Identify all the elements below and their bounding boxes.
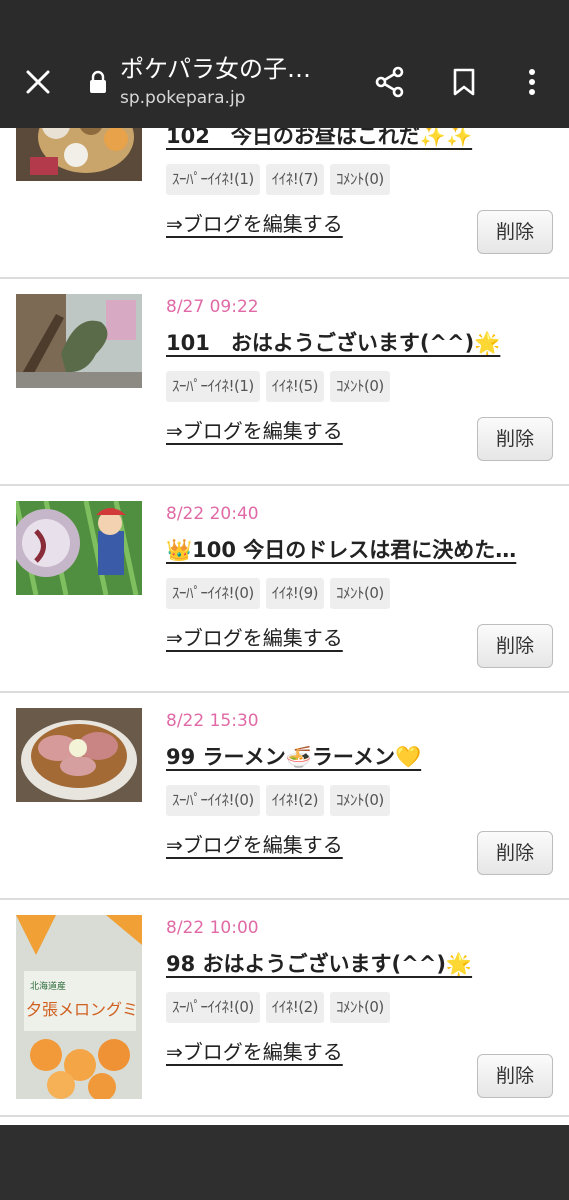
reaction-tags: ｽｰﾊﾟｰｲｲﾈ!(1) ｲｲﾈ!(5) ｺﾒﾝﾄ(0) <box>166 371 390 402</box>
reaction-tags: ｽｰﾊﾟｰｲｲﾈ!(0) ｲｲﾈ!(9) ｺﾒﾝﾄ(0) <box>166 578 390 609</box>
post-date: 8/27 09:22 <box>166 297 259 317</box>
post-thumbnail[interactable]: 北海道産 夕張メロングミ <box>16 915 142 1099</box>
super-like-count: ｽｰﾊﾟｰｲｲﾈ!(1) <box>166 164 260 195</box>
post-title[interactable]: 👑100 今日のドレスは君に決めた… <box>166 534 556 564</box>
anime-photo <box>16 501 142 595</box>
comment-count: ｺﾒﾝﾄ(0) <box>330 578 390 609</box>
like-count: ｲｲﾈ!(9) <box>265 578 325 609</box>
bookmark-icon <box>453 68 475 96</box>
super-like-count: ｽｰﾊﾟｰｲｲﾈ!(0) <box>166 578 260 609</box>
reaction-tags: ｽｰﾊﾟｰｲｲﾈ!(0) ｲｲﾈ!(2) ｺﾒﾝﾄ(0) <box>166 785 390 816</box>
post-title[interactable]: 101 おはようございます(^^)🌟 <box>166 327 556 357</box>
post-date: 8/22 20:40 <box>166 504 259 524</box>
edit-blog-link[interactable]: ⇒ブログを編集する <box>166 208 343 237</box>
post-thumbnail[interactable] <box>16 708 142 802</box>
edit-blog-link[interactable]: ⇒ブログを編集する <box>166 1036 343 1065</box>
post-title[interactable]: 99 ラーメン🍜ラーメン💛 <box>166 741 556 771</box>
lock-icon <box>90 70 106 93</box>
like-count: ｲｲﾈ!(2) <box>265 992 325 1023</box>
page-title: ポケパラ女の子… <box>120 55 312 83</box>
delete-button[interactable]: 削除 <box>477 624 553 668</box>
comment-count: ｺﾒﾝﾄ(0) <box>330 785 390 816</box>
page-url: sp.pokepara.jp <box>120 88 246 108</box>
comment-count: ｺﾒﾝﾄ(0) <box>330 992 390 1023</box>
post-date: 8/22 10:00 <box>166 918 259 938</box>
delete-button[interactable]: 削除 <box>477 417 553 461</box>
post-title[interactable]: 98 おはようございます(^^)🌟 <box>166 948 556 978</box>
snack-text: 夕張メロングミ <box>26 1000 138 1019</box>
bookmark-button[interactable] <box>442 60 486 104</box>
post-date: 8/22 15:30 <box>166 711 259 731</box>
dinosaur-photo <box>16 294 142 388</box>
snack-text: 北海道産 <box>30 980 66 992</box>
super-like-count: ｽｰﾊﾟｰｲｲﾈ!(0) <box>166 785 260 816</box>
close-icon <box>26 70 50 94</box>
edit-blog-link[interactable]: ⇒ブログを編集する <box>166 622 343 651</box>
blog-post: 8/27 09:22 101 おはようございます(^^)🌟 ｽｰﾊﾟｰｲｲﾈ!(… <box>0 279 569 486</box>
edit-blog-link[interactable]: ⇒ブログを編集する <box>166 829 343 858</box>
blog-post: 北海道産 夕張メロングミ 8/22 10:00 98 おはようございます(^^)… <box>0 900 569 1117</box>
comment-count: ｺﾒﾝﾄ(0) <box>330 164 390 195</box>
super-like-count: ｽｰﾊﾟｰｲｲﾈ!(0) <box>166 992 260 1023</box>
post-thumbnail[interactable] <box>16 294 142 388</box>
blog-post: 8/22 15:30 99 ラーメン🍜ラーメン💛 ｽｰﾊﾟｰｲｲﾈ!(0) ｲｲ… <box>0 693 569 900</box>
super-like-count: ｽｰﾊﾟｰｲｲﾈ!(1) <box>166 371 260 402</box>
menu-button[interactable] <box>510 60 554 104</box>
comment-count: ｺﾒﾝﾄ(0) <box>330 371 390 402</box>
delete-button[interactable]: 削除 <box>477 831 553 875</box>
more-vert-icon <box>529 69 535 95</box>
reaction-tags: ｽｰﾊﾟｰｲｲﾈ!(0) ｲｲﾈ!(2) ｺﾒﾝﾄ(0) <box>166 992 390 1023</box>
share-button[interactable] <box>368 60 412 104</box>
like-count: ｲｲﾈ!(7) <box>265 164 325 195</box>
share-icon <box>375 66 404 98</box>
delete-button[interactable]: 削除 <box>477 1054 553 1098</box>
reaction-tags: ｽｰﾊﾟｰｲｲﾈ!(1) ｲｲﾈ!(7) ｺﾒﾝﾄ(0) <box>166 164 390 195</box>
blog-list: 102 今日のお昼はこれだ✨✨ ｽｰﾊﾟｰｲｲﾈ!(1) ｲｲﾈ!(7) ｺﾒﾝ… <box>0 0 569 1125</box>
title-block[interactable]: ポケパラ女の子… sp.pokepara.jp <box>120 52 360 110</box>
edit-blog-link[interactable]: ⇒ブログを編集する <box>166 415 343 444</box>
snack-package-photo: 北海道産 夕張メロングミ <box>16 915 142 1099</box>
delete-button[interactable]: 削除 <box>477 210 553 254</box>
close-button[interactable] <box>16 60 60 104</box>
ramen-photo <box>16 708 142 802</box>
post-thumbnail[interactable] <box>16 501 142 595</box>
like-count: ｲｲﾈ!(5) <box>265 371 325 402</box>
blog-post: 8/22 20:40 👑100 今日のドレスは君に決めた… ｽｰﾊﾟｰｲｲﾈ!(… <box>0 486 569 693</box>
like-count: ｲｲﾈ!(2) <box>265 785 325 816</box>
navigation-bar <box>0 1125 569 1200</box>
browser-toolbar: ポケパラ女の子… sp.pokepara.jp <box>0 36 569 128</box>
